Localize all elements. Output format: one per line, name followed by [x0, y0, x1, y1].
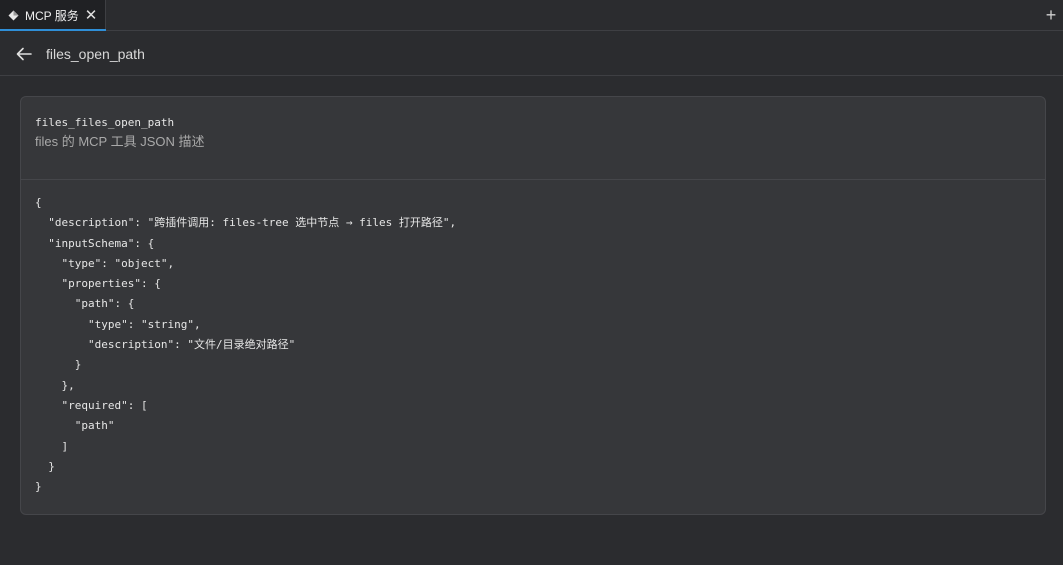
diamond-icon [8, 10, 19, 21]
arrow-left-icon [16, 47, 32, 60]
json-line: } [35, 480, 42, 494]
tab-mcp-service[interactable]: MCP 服务 ✕ [0, 0, 106, 31]
json-code-block[interactable]: { "description": "跨插件调用: files-tree 选中节点… [35, 193, 1045, 497]
tool-header: files_files_open_path files 的 MCP 工具 JSO… [21, 97, 1045, 180]
json-line: { [35, 196, 42, 209]
page-title: files_open_path [46, 45, 145, 62]
json-line: "inputSchema": { [35, 236, 155, 250]
json-line: "path": { [35, 297, 135, 311]
json-line: }, [35, 378, 75, 392]
json-viewer: { "description": "跨插件调用: files-tree 选中节点… [21, 180, 1045, 497]
tool-detail-card: files_files_open_path files 的 MCP 工具 JSO… [20, 96, 1046, 515]
tab-bar: MCP 服务 ✕ + [0, 0, 1063, 31]
json-line: "path" [35, 419, 115, 433]
tool-name: files_files_open_path [35, 116, 175, 129]
close-icon[interactable]: ✕ [85, 8, 98, 23]
json-line: "required": [ [35, 398, 148, 412]
json-line: "type": "object", [35, 256, 175, 270]
tool-description: files 的 MCP 工具 JSON 描述 [35, 134, 205, 149]
json-line: "description": "文件/目录绝对路径" [35, 338, 296, 352]
json-line: "properties": { [35, 277, 161, 291]
json-line: "description": "跨插件调用: files-tree 选中节点 →… [35, 216, 457, 230]
json-line: ] [35, 439, 69, 453]
tab-label: MCP 服务 [25, 9, 79, 23]
page-header: files_open_path [0, 32, 1063, 76]
json-line: } [35, 358, 82, 372]
new-tab-button[interactable]: + [1041, 4, 1061, 26]
json-line: } [35, 459, 55, 473]
json-line: "type": "string", [35, 317, 201, 331]
back-button[interactable] [14, 44, 34, 64]
